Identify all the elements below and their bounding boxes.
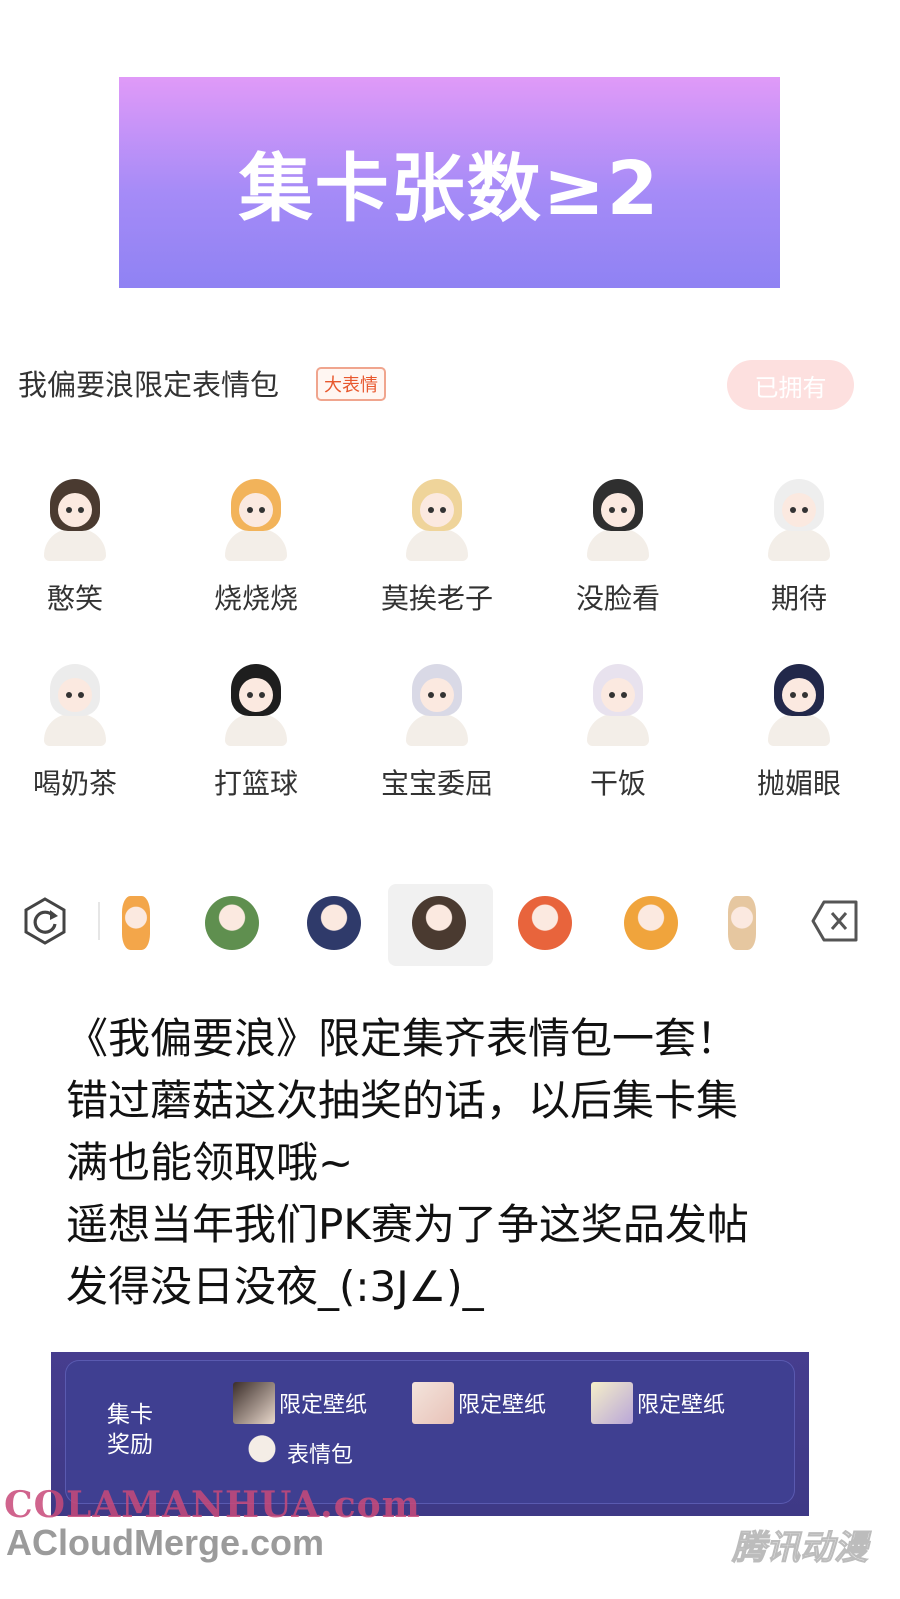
caption-line: 发得没日没夜_(:3J∠)_ bbox=[66, 1262, 484, 1311]
sticker-label: 没脸看 bbox=[575, 582, 660, 615]
sticker-label: 莫挨老子 bbox=[380, 582, 493, 615]
pack-tag-badge: 大表情 bbox=[316, 367, 386, 401]
sticker-item[interactable]: 打篮球 bbox=[181, 660, 331, 802]
pack-title: 我偏要浪限定表情包 bbox=[18, 368, 280, 402]
sticker-character-image bbox=[760, 475, 838, 561]
reward-item-label: 限定壁纸 bbox=[637, 1393, 726, 1418]
emoji-pack-thumb[interactable] bbox=[624, 896, 678, 950]
refresh-icon[interactable] bbox=[20, 896, 70, 946]
sticker-item[interactable]: 期待 bbox=[724, 475, 874, 617]
wallpaper-thumb-icon bbox=[591, 1382, 633, 1424]
sticker-character-image bbox=[36, 475, 114, 561]
caption-line: 遥想当年我们PK赛为了争这奖品发帖 bbox=[66, 1200, 749, 1249]
sticker-label: 烧烧烧 bbox=[213, 582, 298, 615]
reward-sticker-pack: 表情包 bbox=[241, 1432, 353, 1474]
banner-title: 集卡张数≥2 bbox=[238, 146, 661, 232]
reward-label: 集卡 奖励 bbox=[107, 1400, 153, 1460]
emoji-pack-thumb[interactable] bbox=[307, 896, 361, 950]
colamanhua-watermark: COLAMANHUA.com bbox=[4, 1484, 421, 1526]
caption-line: 错过蘑菇这次抽奖的话，以后集卡集 bbox=[66, 1076, 739, 1125]
wallpaper-thumb-icon bbox=[233, 1382, 275, 1424]
sticker-character-image bbox=[398, 475, 476, 561]
sticker-item[interactable]: 憨笑 bbox=[0, 475, 150, 617]
sticker-character-image bbox=[217, 660, 295, 746]
sticker-item[interactable]: 喝奶茶 bbox=[0, 660, 150, 802]
sticker-item[interactable]: 抛媚眼 bbox=[724, 660, 874, 802]
sticker-label: 宝宝委屈 bbox=[380, 767, 493, 800]
emoji-bar-divider bbox=[98, 902, 100, 940]
acloudmerge-watermark: ACloudMerge.com bbox=[6, 1522, 325, 1563]
emoji-pack-thumb[interactable] bbox=[518, 896, 572, 950]
emoji-pack-thumb[interactable] bbox=[122, 896, 150, 950]
sticker-character-image bbox=[579, 660, 657, 746]
sticker-character-image bbox=[760, 660, 838, 746]
sticker-item[interactable]: 干饭 bbox=[543, 660, 693, 802]
tencent-comic-watermark: 腾讯动漫 bbox=[732, 1528, 869, 1569]
sticker-label: 打篮球 bbox=[213, 767, 298, 800]
sticker-pack-icon bbox=[241, 1432, 283, 1474]
emoji-pack-thumb[interactable] bbox=[728, 896, 756, 950]
sticker-character-image bbox=[579, 475, 657, 561]
sticker-item[interactable]: 没脸看 bbox=[543, 475, 693, 617]
sticker-character-image bbox=[36, 660, 114, 746]
caption-text: 《我偏要浪》限定集齐表情包一套！ 错过蘑菇这次抽奖的话，以后集卡集 满也能领取哦… bbox=[66, 1008, 846, 1318]
reward-wallpaper-1: 限定壁纸 bbox=[233, 1382, 367, 1424]
reward-wallpaper-2: 限定壁纸 bbox=[412, 1382, 546, 1424]
wallpaper-thumb-icon bbox=[412, 1382, 454, 1424]
emoji-pack-thumb[interactable] bbox=[205, 896, 259, 950]
sticker-label: 抛媚眼 bbox=[756, 767, 841, 800]
sticker-character-image bbox=[398, 660, 476, 746]
reward-item-label: 表情包 bbox=[287, 1443, 354, 1468]
emoji-pack-thumb[interactable] bbox=[412, 896, 466, 950]
sticker-character-image bbox=[217, 475, 295, 561]
sticker-label: 期待 bbox=[770, 582, 827, 615]
sticker-label: 喝奶茶 bbox=[32, 767, 117, 800]
reward-label-line2: 奖励 bbox=[107, 1432, 153, 1458]
caption-line: 满也能领取哦~ bbox=[66, 1138, 354, 1187]
owned-button[interactable]: 已拥有 bbox=[727, 360, 854, 410]
reward-label-line1: 集卡 bbox=[107, 1402, 153, 1428]
sticker-item[interactable]: 宝宝委屈 bbox=[362, 660, 512, 802]
card-count-banner: 集卡张数≥2 bbox=[119, 77, 780, 288]
backspace-icon[interactable] bbox=[810, 898, 860, 944]
sticker-item[interactable]: 莫挨老子 bbox=[362, 475, 512, 617]
sticker-label: 干饭 bbox=[589, 767, 646, 800]
reward-item-label: 限定壁纸 bbox=[279, 1393, 368, 1418]
sticker-label: 憨笑 bbox=[46, 582, 103, 615]
sticker-item[interactable]: 烧烧烧 bbox=[181, 475, 331, 617]
reward-item-label: 限定壁纸 bbox=[458, 1393, 547, 1418]
caption-line: 《我偏要浪》限定集齐表情包一套！ bbox=[66, 1014, 739, 1063]
reward-wallpaper-3: 限定壁纸 bbox=[591, 1382, 725, 1424]
